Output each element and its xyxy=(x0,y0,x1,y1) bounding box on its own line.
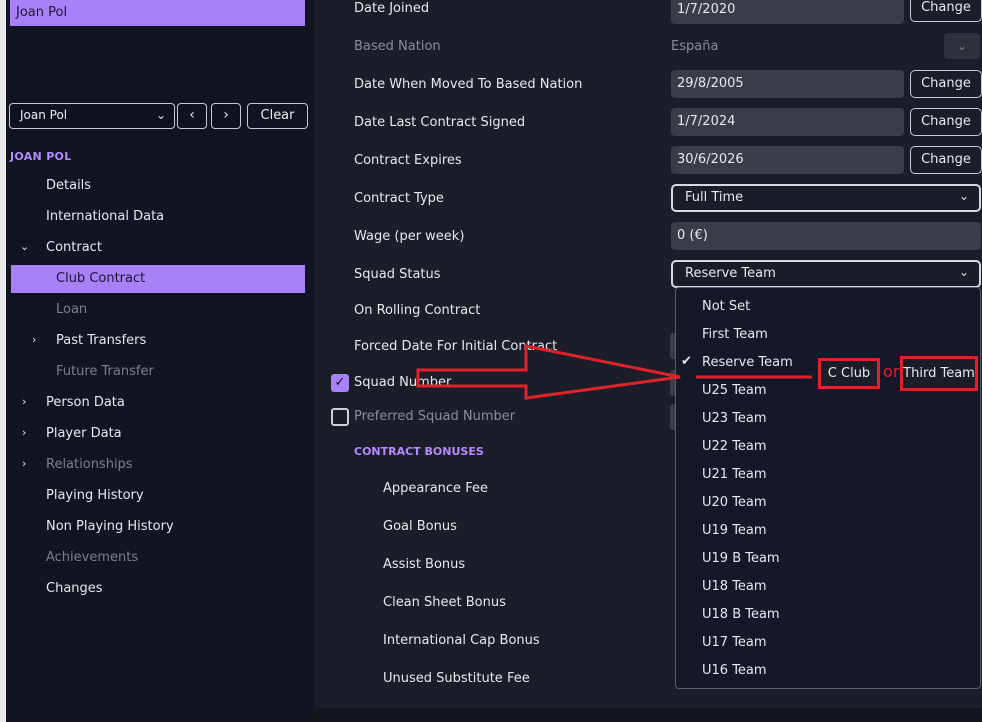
annotation-third-team: Third Team xyxy=(900,356,978,391)
annotation-or: or xyxy=(883,362,900,381)
annotation-c-club: C Club xyxy=(818,358,880,389)
